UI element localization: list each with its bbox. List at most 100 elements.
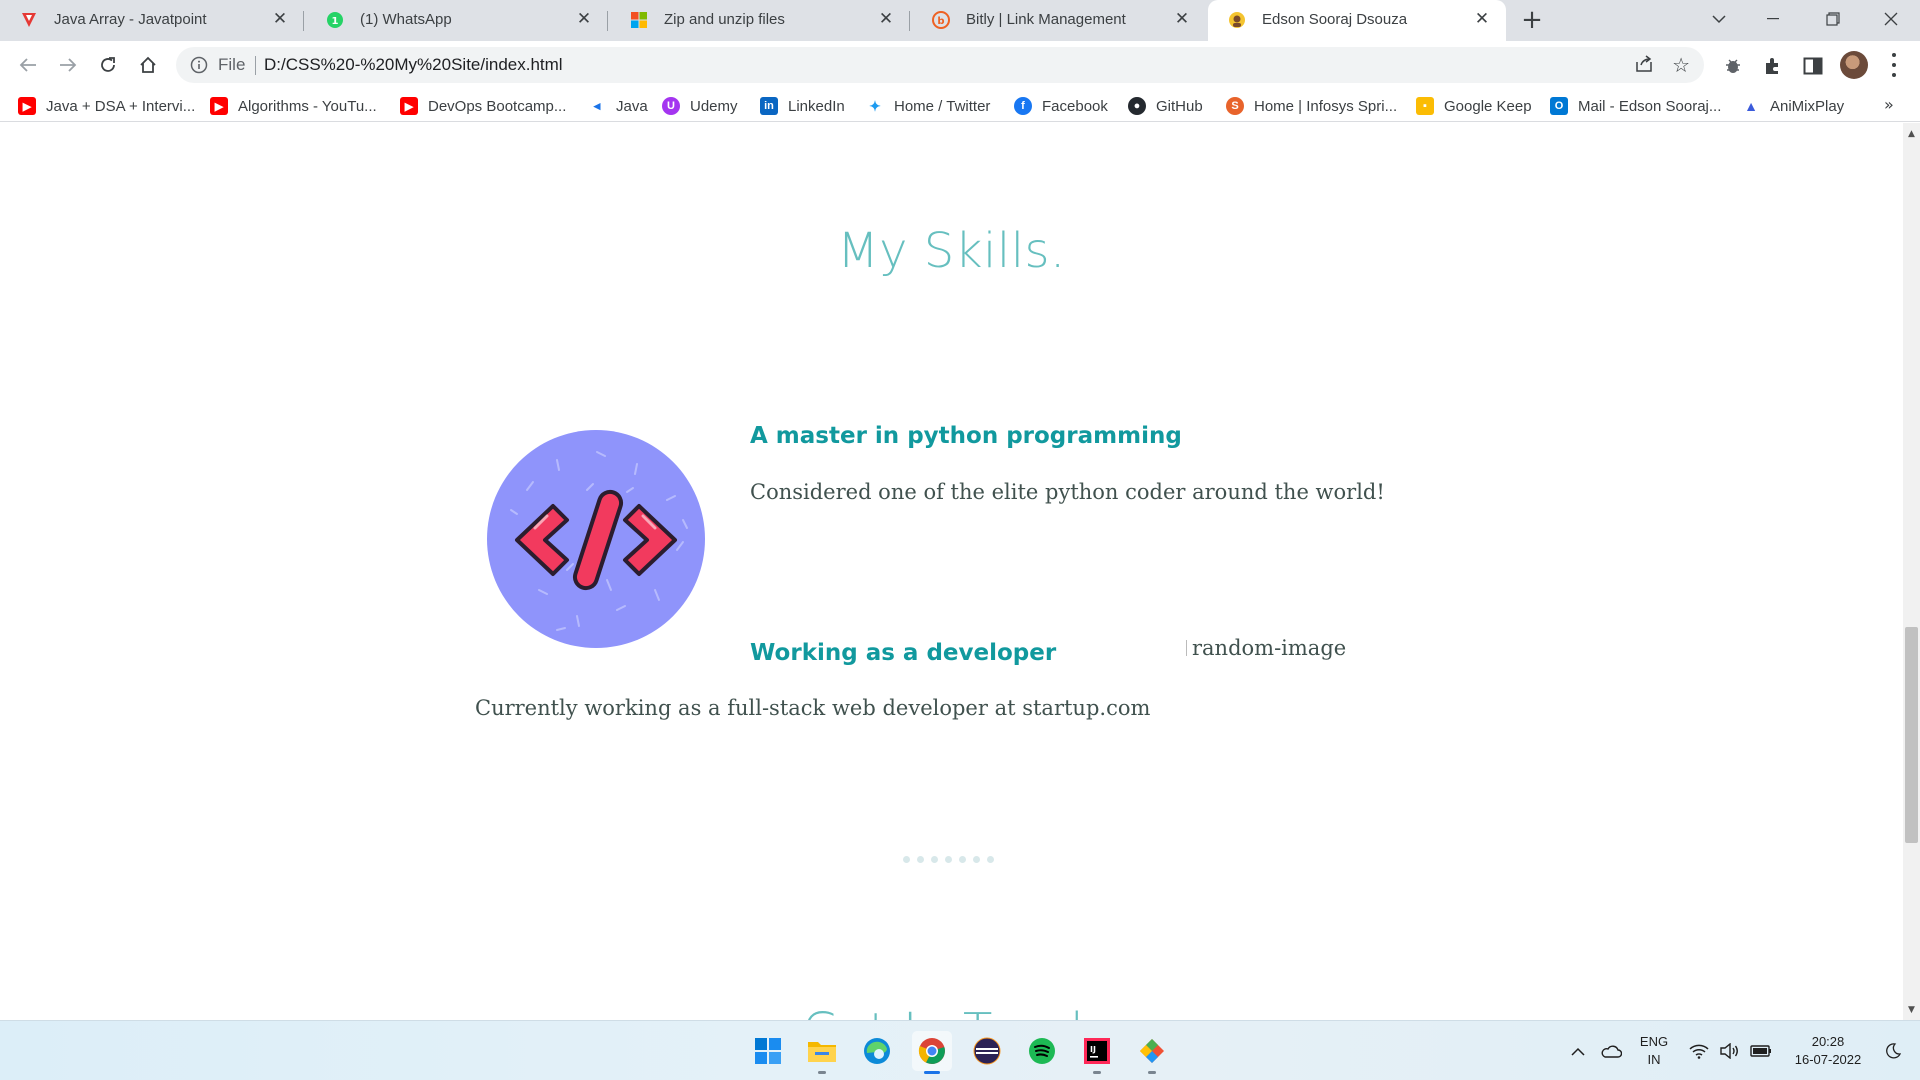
minimize-button[interactable] — [1750, 4, 1796, 34]
tab-separator — [607, 11, 608, 31]
eclipse-icon[interactable] — [967, 1031, 1007, 1071]
scrollbar-thumb[interactable] — [1905, 627, 1918, 843]
edge-icon[interactable] — [857, 1031, 897, 1071]
close-icon[interactable]: ✕ — [1472, 9, 1492, 29]
spotify-icon[interactable] — [1022, 1031, 1062, 1071]
address-bar[interactable]: File D:/CSS%20-%20My%20Site/index.html ☆ — [176, 47, 1704, 83]
scroll-down-icon[interactable]: ▼ — [1903, 1001, 1920, 1018]
bookmarks-bar: ▶ Java + DSA + Intervi... ▶ Algorithms -… — [0, 89, 1920, 122]
home-icon — [140, 56, 156, 73]
profile-avatar[interactable] — [1840, 51, 1868, 79]
share-icon[interactable] — [1634, 55, 1654, 77]
skill-heading-developer: Working as a developer — [750, 640, 1057, 666]
scroll-up-icon[interactable]: ▲ — [1903, 125, 1920, 142]
tab-title: Zip and unzip files — [664, 11, 785, 28]
close-icon[interactable]: ✕ — [574, 9, 594, 29]
bookmark-twitter[interactable]: ✦ Home / Twitter — [866, 95, 990, 117]
bookmark-java[interactable]: ◂ Java — [588, 95, 648, 117]
tab-zip-unzip[interactable]: Zip and unzip files ✕ — [610, 0, 910, 41]
bookmark-devops[interactable]: ▶ DevOps Bootcamp... — [400, 95, 566, 117]
bookmark-java-dsa[interactable]: ▶ Java + DSA + Intervi... — [18, 95, 195, 117]
language-code: ENG — [1639, 1034, 1669, 1049]
onedrive-icon[interactable] — [1596, 1021, 1626, 1080]
outlook-icon: O — [1550, 97, 1568, 115]
skill-description-python: Considered one of the elite python coder… — [750, 480, 1385, 504]
tab-whatsapp[interactable]: 1 (1) WhatsApp ✕ — [306, 0, 608, 41]
bookmark-outlook[interactable]: O Mail - Edson Sooraj... — [1550, 95, 1721, 117]
minimize-icon — [1767, 18, 1779, 20]
bookmark-label: Home / Twitter — [894, 97, 991, 115]
bookmark-label: Google Keep — [1444, 97, 1532, 115]
back-button[interactable] — [12, 49, 44, 81]
chrome-icon[interactable] — [912, 1031, 952, 1074]
home-button[interactable] — [132, 49, 164, 81]
extensions-icon[interactable] — [1760, 53, 1786, 79]
side-panel-icon[interactable] — [1800, 53, 1826, 79]
bookmark-facebook[interactable]: f Facebook — [1014, 95, 1108, 117]
bookmark-infosys[interactable]: S Home | Infosys Spri... — [1226, 95, 1397, 117]
tab-title: Edson Sooraj Dsouza — [1262, 11, 1408, 28]
reload-button[interactable] — [92, 49, 124, 81]
url-text[interactable]: D:/CSS%20-%20My%20Site/index.html — [264, 55, 563, 75]
page-scrollbar[interactable]: ▲ ▼ — [1903, 123, 1920, 1020]
bookmark-label: Udemy — [690, 97, 738, 115]
battery-icon[interactable] — [1746, 1021, 1776, 1080]
arrow-left-icon — [19, 58, 36, 72]
page-viewport: My Skills. A master in python programmin… — [0, 123, 1903, 1020]
tab-title: Bitly | Link Management — [966, 11, 1126, 28]
bug-extension-icon[interactable] — [1720, 53, 1746, 79]
forward-button[interactable] — [52, 49, 84, 81]
tab-search-button[interactable] — [1696, 4, 1742, 34]
running-indicator — [818, 1071, 826, 1074]
bookmark-animixplay[interactable]: ▲ AniMixPlay — [1742, 95, 1844, 117]
bookmark-star-icon[interactable]: ☆ — [1672, 53, 1690, 77]
contact-section-title: Get In Touch — [0, 1003, 1903, 1020]
wifi-icon[interactable] — [1684, 1021, 1714, 1080]
bookmark-linkedin[interactable]: in LinkedIn — [760, 95, 845, 117]
restore-button[interactable] — [1810, 4, 1856, 34]
reload-icon — [101, 57, 115, 72]
windows-start-icon[interactable] — [748, 1031, 788, 1071]
volume-icon[interactable] — [1714, 1021, 1744, 1080]
bookmark-label: LinkedIn — [788, 97, 845, 115]
bookmark-algorithms[interactable]: ▶ Algorithms - YouTu... — [210, 95, 377, 117]
close-icon[interactable]: ✕ — [876, 9, 896, 29]
code-icon — [487, 430, 705, 648]
close-icon — [1884, 12, 1898, 26]
tab-edson-site[interactable]: Edson Sooraj Dsouza ✕ — [1208, 0, 1506, 42]
random-image: random-image — [1186, 636, 1346, 660]
image-alt-text: random-image — [1192, 636, 1347, 660]
bookmark-github[interactable]: ● GitHub — [1128, 95, 1203, 117]
show-hidden-icons-button[interactable] — [1566, 1021, 1590, 1080]
bookmark-google-keep[interactable]: ▪ Google Keep — [1416, 95, 1532, 117]
bookmark-udemy[interactable]: U Udemy — [662, 95, 738, 117]
google-keep-icon: ▪ — [1416, 97, 1434, 115]
running-indicator — [1093, 1071, 1101, 1074]
close-icon[interactable]: ✕ — [270, 9, 290, 29]
clock[interactable]: 20:28 16-07-2022 — [1780, 1021, 1876, 1080]
bookmarks-overflow-button[interactable]: » — [1884, 95, 1894, 114]
svg-text:1: 1 — [332, 16, 339, 27]
new-tab-button[interactable]: + — [1517, 6, 1547, 36]
skill-description-developer: Currently working as a full-stack web de… — [475, 696, 1151, 720]
focus-assist-icon[interactable] — [1876, 1021, 1910, 1080]
tab-title: (1) WhatsApp — [360, 11, 452, 28]
git-icon[interactable] — [1132, 1031, 1172, 1074]
site-favicon-icon — [1228, 11, 1246, 29]
microsoft-icon — [630, 11, 648, 29]
browser-toolbar: File D:/CSS%20-%20My%20Site/index.html ☆ — [0, 41, 1920, 89]
bookmark-label: Mail - Edson Sooraj... — [1578, 97, 1722, 115]
clock-time: 20:28 — [1811, 1034, 1845, 1049]
tab-bitly[interactable]: b Bitly | Link Management ✕ — [912, 0, 1206, 41]
bookmark-label: Java — [616, 97, 648, 115]
info-icon[interactable] — [190, 56, 208, 78]
menu-icon[interactable] — [1884, 53, 1904, 77]
file-explorer-icon[interactable] — [802, 1031, 842, 1074]
language-indicator[interactable]: ENG IN — [1632, 1021, 1676, 1080]
close-icon[interactable]: ✕ — [1172, 9, 1192, 29]
running-indicator — [1148, 1071, 1156, 1074]
window-close-button[interactable] — [1868, 4, 1914, 34]
intellij-icon[interactable]: IJ — [1077, 1031, 1117, 1074]
clock-date: 16-07-2022 — [1794, 1052, 1862, 1067]
tab-javatpoint[interactable]: Java Array - Javatpoint ✕ — [0, 0, 304, 41]
